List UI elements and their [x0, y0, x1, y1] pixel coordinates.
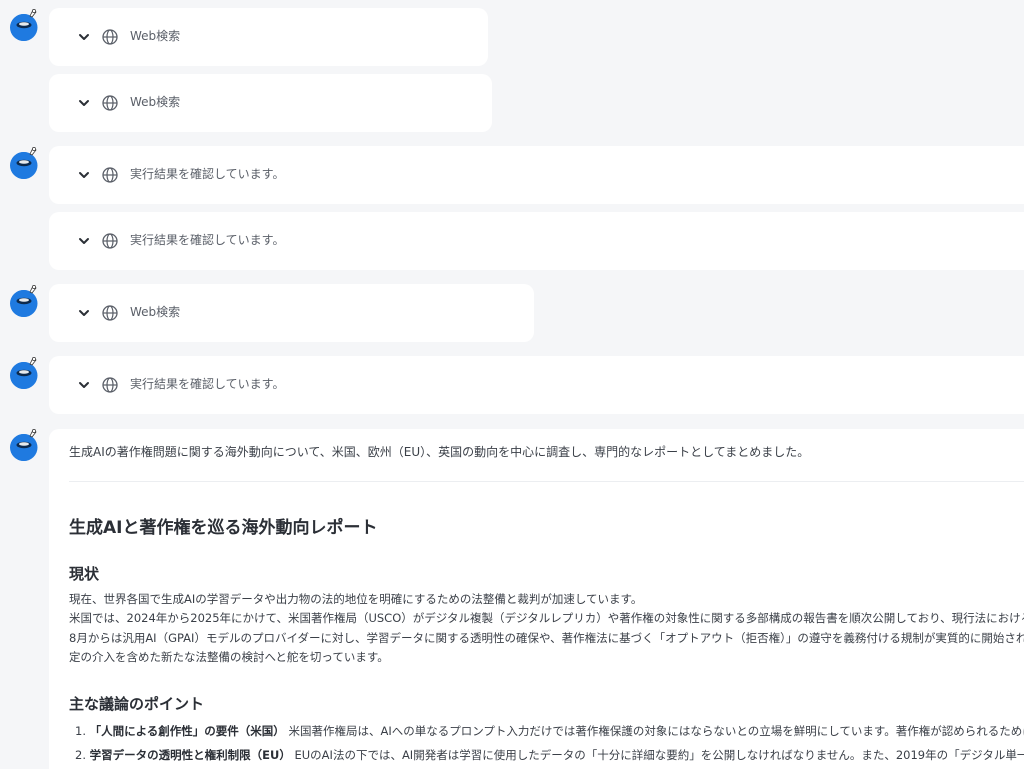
assistant-avatar [10, 290, 37, 317]
divider [69, 481, 1024, 482]
chevron-down-icon[interactable] [77, 30, 91, 44]
globe-icon [101, 28, 119, 46]
step-card-web-search[interactable]: Web検索 [49, 8, 488, 66]
paragraph-line: 米国では、2024年から2025年にかけて、米国著作権局（USCO）がデジタル複… [69, 609, 1024, 629]
paragraph-line: 定の介入を含めた新たな法整備の検討へと舵を切っています。 [69, 648, 389, 668]
step-card-checking-results[interactable]: 実行結果を確認しています。 [49, 212, 1024, 270]
paragraph-line: 8月からは汎用AI（GPAI）モデルのプロバイダーに対し、学習データに関する透明… [69, 629, 1024, 649]
report-intro: 生成AIの著作権問題に関する海外動向について、米国、欧州（EU）、英国の動向を中… [69, 443, 809, 460]
section-heading: 主な議論のポイント [69, 693, 204, 714]
step-label: 実行結果を確認しています。 [130, 231, 284, 248]
globe-icon [101, 94, 119, 112]
step-label: 実行結果を確認しています。 [130, 165, 284, 182]
step-card-checking-results[interactable]: 実行結果を確認しています。 [49, 146, 1024, 204]
step-card-checking-results[interactable]: 実行結果を確認しています。 [49, 356, 1024, 414]
assistant-avatar [10, 362, 37, 389]
chevron-down-icon[interactable] [77, 168, 91, 182]
globe-icon [101, 232, 119, 250]
list-number: 1. [75, 724, 86, 738]
chevron-down-icon[interactable] [77, 96, 91, 110]
globe-icon [101, 166, 119, 184]
list-item-text: 米国著作権局は、AIへの単なるプロンプト入力だけでは著作権保護の対象にはならない… [288, 724, 1024, 738]
list-number: 2. [75, 748, 86, 762]
step-card-web-search[interactable]: Web検索 [49, 74, 492, 132]
step-card-web-search[interactable]: Web検索 [49, 284, 534, 342]
section-heading: 現状 [69, 563, 99, 584]
chevron-down-icon[interactable] [77, 306, 91, 320]
list-item-bold: 「人間による創作性」の要件（米国） [90, 724, 285, 738]
step-label: Web検索 [130, 93, 180, 110]
paragraph-line: 現在、世界各国で生成AIの学習データや出力物の法的地位を明確にするための法整備と… [69, 590, 642, 610]
list-item: 1. 「人間による創作性」の要件（米国） 米国著作権局は、AIへの単なるプロンプ… [75, 723, 1024, 739]
report-title: 生成AIと著作権を巡る海外動向レポート [69, 513, 377, 538]
step-label: 実行結果を確認しています。 [130, 375, 284, 392]
list-item-bold: 学習データの透明性と権利制限（EU） [90, 748, 291, 762]
step-label: Web検索 [130, 27, 180, 44]
step-label: Web検索 [130, 303, 180, 320]
chevron-down-icon[interactable] [77, 378, 91, 392]
chevron-down-icon[interactable] [77, 234, 91, 248]
assistant-avatar [10, 152, 37, 179]
globe-icon [101, 376, 119, 394]
list-item-text: EUのAI法の下では、AI開発者は学習に使用したデータの「十分に詳細な要約」を公… [295, 748, 1024, 762]
globe-icon [101, 304, 119, 322]
report-message: 生成AIの著作権問題に関する海外動向について、米国、欧州（EU）、英国の動向を中… [49, 429, 1024, 769]
list-item: 2. 学習データの透明性と権利制限（EU） EUのAI法の下では、AI開発者は学… [75, 747, 1024, 763]
assistant-avatar [10, 434, 37, 461]
assistant-avatar [10, 14, 37, 41]
